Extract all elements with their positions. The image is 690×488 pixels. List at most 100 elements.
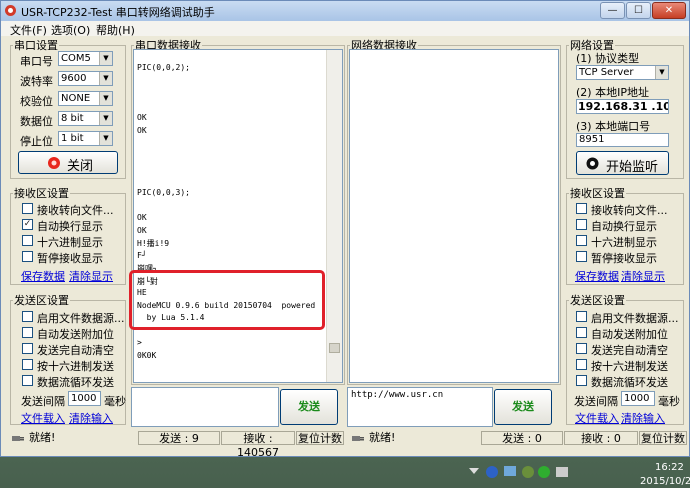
checkbox[interactable] bbox=[22, 235, 33, 246]
checkbox-label[interactable]: 启用文件数据源... bbox=[591, 310, 679, 326]
net-recv-textarea[interactable] bbox=[349, 49, 559, 383]
checkbox[interactable] bbox=[22, 203, 33, 214]
checkbox-label[interactable]: 十六进制显示 bbox=[37, 234, 103, 250]
close-window-button[interactable]: ✕ bbox=[652, 2, 686, 19]
net-send-textarea[interactable]: http://www.usr.cn bbox=[347, 387, 493, 427]
file-load-link-left[interactable]: 文件载入 bbox=[21, 410, 65, 426]
checkbox-label[interactable]: 暂停接收显示 bbox=[37, 250, 103, 266]
recv-count-left: 接收 : 140567 bbox=[221, 431, 295, 459]
clear-input-link-left[interactable]: 清除输入 bbox=[69, 410, 113, 426]
recv-line: OK bbox=[137, 213, 147, 222]
clear-display-link-right[interactable]: 清除显示 bbox=[621, 268, 665, 284]
plug-icon bbox=[12, 436, 24, 441]
protocol-select[interactable]: TCP Server ▼ bbox=[576, 65, 669, 80]
parity-select[interactable]: NONE ▼ bbox=[58, 91, 113, 106]
checkbox[interactable] bbox=[576, 235, 587, 246]
serial-send-button[interactable]: 发送 bbox=[280, 389, 338, 425]
checkbox[interactable] bbox=[576, 203, 587, 214]
checkbox[interactable] bbox=[22, 311, 33, 322]
serial-recv-scrollbar[interactable] bbox=[326, 50, 342, 382]
checkbox[interactable]: ✓ bbox=[22, 219, 33, 230]
serial-settings-legend: 串口设置 bbox=[14, 39, 58, 52]
chevron-down-icon: ▼ bbox=[99, 112, 112, 125]
minimize-button[interactable]: — bbox=[600, 2, 625, 19]
recv-line: F┘ bbox=[137, 250, 147, 260]
databits-select[interactable]: 8 bit ▼ bbox=[58, 111, 113, 126]
save-data-link-right[interactable]: 保存数据 bbox=[575, 268, 619, 284]
checkbox[interactable] bbox=[576, 327, 587, 338]
file-load-link-right[interactable]: 文件载入 bbox=[575, 410, 619, 426]
clear-input-link-right[interactable]: 清除输入 bbox=[621, 410, 665, 426]
record-icon bbox=[586, 157, 599, 170]
start-listen-label: 开始监听 bbox=[606, 160, 659, 175]
clear-display-link-left[interactable]: 清除显示 bbox=[69, 268, 113, 284]
checkbox-label[interactable]: 数据流循环发送 bbox=[591, 374, 668, 390]
baud-label: 波特率 bbox=[20, 75, 53, 88]
recv-line: OK bbox=[137, 125, 147, 135]
baud-select[interactable]: 9600 ▼ bbox=[58, 71, 113, 86]
checkbox-label[interactable]: 接收转向文件... bbox=[591, 202, 668, 218]
checkbox-label[interactable]: 发送完自动清空 bbox=[591, 342, 668, 358]
menu-file[interactable]: 文件(F) bbox=[10, 22, 47, 38]
reset-count-right[interactable]: 复位计数 bbox=[639, 431, 687, 445]
checkbox-label[interactable]: 自动发送附加位 bbox=[37, 326, 114, 342]
checkbox-label[interactable]: 启用文件数据源... bbox=[37, 310, 125, 326]
checkbox[interactable] bbox=[22, 251, 33, 262]
protocol-label: (1) 协议类型 bbox=[576, 52, 640, 65]
save-data-link-left[interactable]: 保存数据 bbox=[21, 268, 65, 284]
checkbox[interactable] bbox=[576, 375, 587, 386]
port-label: 串口号 bbox=[20, 55, 53, 68]
checkbox[interactable] bbox=[22, 375, 33, 386]
checkbox[interactable] bbox=[22, 359, 33, 370]
menu-options[interactable]: 选项(O) bbox=[51, 22, 90, 38]
serial-close-button[interactable]: 关闭 bbox=[18, 151, 118, 174]
window-title: USR-TCP232-Test 串口转网络调试助手 bbox=[21, 6, 215, 19]
send-settings-left-legend: 发送区设置 bbox=[14, 294, 69, 307]
port-select[interactable]: COM5 ▼ bbox=[58, 51, 113, 66]
power-icon bbox=[48, 157, 60, 169]
checkbox-label[interactable]: 自动换行显示 bbox=[37, 218, 103, 234]
chevron-down-icon: ▼ bbox=[655, 66, 668, 79]
checkbox-label[interactable]: 十六进制显示 bbox=[591, 234, 657, 250]
tray-icons bbox=[469, 466, 568, 478]
checkbox-label[interactable]: 接收转向文件... bbox=[37, 202, 114, 218]
chevron-down-icon: ▼ bbox=[99, 52, 112, 65]
checkbox-label[interactable]: 按十六进制发送 bbox=[591, 358, 668, 374]
send-interval-input-left[interactable]: 1000 bbox=[68, 391, 101, 406]
start-listen-button[interactable]: 开始监听 bbox=[576, 151, 669, 175]
serial-recv-textarea[interactable]: PIC(0,0,2); OK OK PIC(0,0,3); OK OK H!播i!9 F┘ 崩嘿… bbox=[133, 49, 343, 383]
status-ready-right: 就绪! bbox=[369, 431, 396, 444]
checkbox-label[interactable]: 暂停接收显示 bbox=[591, 250, 657, 266]
local-ip-field[interactable]: 192.168.31 .106 bbox=[576, 99, 669, 114]
checkbox[interactable] bbox=[576, 251, 587, 262]
checkbox-label[interactable]: 自动换行显示 bbox=[591, 218, 657, 234]
clock-date[interactable]: 2015/10/2 bbox=[640, 476, 690, 487]
checkbox[interactable] bbox=[22, 327, 33, 338]
checkbox-label[interactable]: 数据流循环发送 bbox=[37, 374, 114, 390]
reset-count-left[interactable]: 复位计数 bbox=[296, 431, 344, 445]
checkbox[interactable] bbox=[576, 359, 587, 370]
maximize-button[interactable]: ☐ bbox=[626, 2, 651, 19]
net-send-button[interactable]: 发送 bbox=[494, 389, 552, 425]
local-port-field[interactable]: 8951 bbox=[576, 133, 669, 147]
recv-line: OK bbox=[137, 113, 147, 122]
recv-line: > bbox=[137, 338, 142, 347]
recv-count-right: 接收 : 0 bbox=[564, 431, 638, 445]
stopbits-select[interactable]: 1 bit ▼ bbox=[58, 131, 113, 146]
checkbox[interactable] bbox=[576, 343, 587, 354]
checkbox-label[interactable]: 发送完自动清空 bbox=[37, 342, 114, 358]
send-interval-input-right[interactable]: 1000 bbox=[621, 391, 655, 406]
interval-unit-right: 毫秒 bbox=[658, 395, 680, 408]
checkbox[interactable] bbox=[22, 343, 33, 354]
sent-count-right: 发送 : 0 bbox=[481, 431, 563, 445]
checkbox-label[interactable]: 自动发送附加位 bbox=[591, 326, 668, 342]
chevron-down-icon: ▼ bbox=[99, 132, 112, 145]
sent-count-left: 发送 : 9 bbox=[138, 431, 220, 445]
scroll-thumb[interactable] bbox=[329, 343, 340, 353]
checkbox-label[interactable]: 按十六进制发送 bbox=[37, 358, 114, 374]
checkbox[interactable] bbox=[576, 311, 587, 322]
menu-help[interactable]: 帮助(H) bbox=[96, 22, 135, 38]
checkbox[interactable] bbox=[576, 219, 587, 230]
chevron-down-icon: ▼ bbox=[99, 72, 112, 85]
serial-send-textarea[interactable] bbox=[131, 387, 279, 427]
